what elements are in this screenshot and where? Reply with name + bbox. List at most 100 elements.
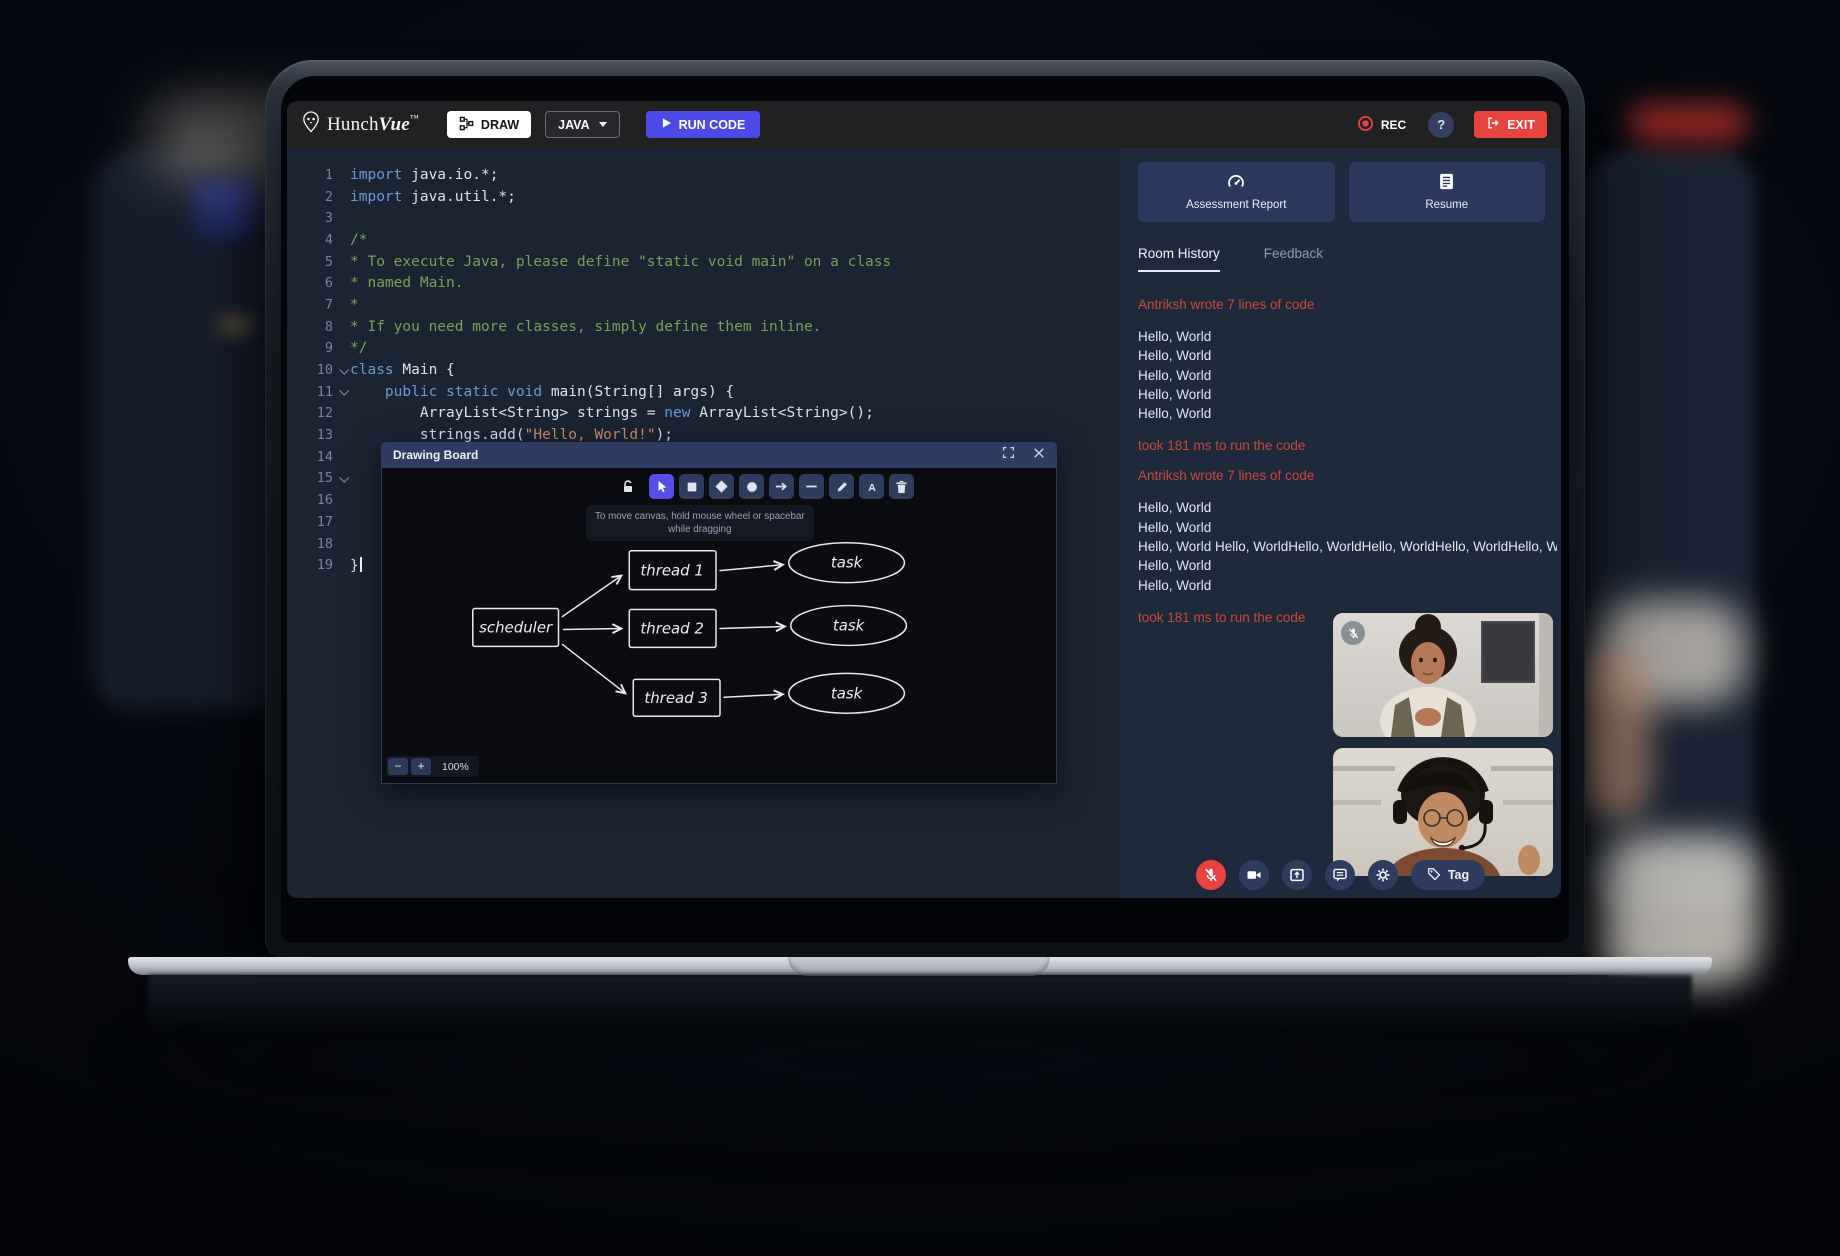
circle-tool-button[interactable] xyxy=(739,474,764,499)
drawing-board-header[interactable]: Drawing Board xyxy=(381,442,1057,468)
zoom-out-button[interactable]: − xyxy=(388,758,408,775)
settings-button[interactable] xyxy=(1368,860,1398,890)
text-tool-button[interactable]: A xyxy=(859,474,884,499)
thread1-node-label: thread 1 xyxy=(640,562,704,580)
chat-button[interactable] xyxy=(1325,860,1355,890)
code-line[interactable]: 11 public static void main(String[] args… xyxy=(287,381,1120,403)
exit-button[interactable]: EXIT xyxy=(1474,111,1547,138)
owl-pin-logo-icon xyxy=(301,111,321,138)
run-code-button[interactable]: RUN CODE xyxy=(646,111,761,138)
background-blur-panel-right xyxy=(1586,150,1756,910)
thread2-node-label: thread 2 xyxy=(640,619,704,637)
hunchvue-app-window: HunchVue™ DRAW JAVA RUN CODE xyxy=(287,101,1561,898)
mic-off-button[interactable] xyxy=(1196,860,1226,890)
video-thumbnail-interviewer[interactable] xyxy=(1333,613,1553,737)
db-toolbar: A xyxy=(615,474,914,499)
task3-node-label: task xyxy=(831,684,864,702)
candidate-video xyxy=(1333,748,1553,876)
code-line[interactable]: 10class Main { xyxy=(287,359,1120,381)
drawing-board-title: Drawing Board xyxy=(393,448,478,462)
run-code-label: RUN CODE xyxy=(679,118,746,132)
expand-icon[interactable] xyxy=(1002,446,1015,464)
draw-button[interactable]: DRAW xyxy=(447,111,531,138)
fold-chevron-icon[interactable] xyxy=(339,364,349,374)
history-entry: Antriksh wrote 7 lines of code xyxy=(1138,468,1557,483)
assessment-report-button[interactable]: Assessment Report xyxy=(1138,162,1335,222)
resume-button[interactable]: Resume xyxy=(1349,162,1546,222)
room-history-log[interactable]: Antriksh wrote 7 lines of code Hello, Wor… xyxy=(1138,282,1557,640)
logout-icon xyxy=(1486,116,1500,133)
brand-name: HunchVue™ xyxy=(327,113,419,136)
draw-button-label: DRAW xyxy=(481,118,519,132)
code-line[interactable]: 9*/ xyxy=(287,338,1120,360)
exit-label: EXIT xyxy=(1507,118,1535,132)
drawing-board-canvas[interactable]: scheduler thread 1 thread 2 thread 3 tas… xyxy=(381,468,1057,784)
select-tool-button[interactable] xyxy=(649,474,674,499)
fold-chevron-icon[interactable] xyxy=(339,473,349,483)
chevron-down-icon xyxy=(599,122,607,127)
task1-node-label: task xyxy=(831,554,864,572)
task2-node-label: task xyxy=(833,616,866,634)
language-label: JAVA xyxy=(558,118,590,132)
help-button[interactable]: ? xyxy=(1428,112,1454,138)
code-line[interactable]: 6* named Main. xyxy=(287,272,1120,294)
diamond-tool-button[interactable] xyxy=(709,474,734,499)
call-controls xyxy=(1196,860,1398,890)
background-red-blob xyxy=(1628,104,1748,142)
call-controls-bar: Tag xyxy=(1120,860,1561,890)
history-entry: Hello, World xyxy=(1138,576,1557,595)
history-entry: Hello, World xyxy=(1138,518,1557,537)
interviewer-video xyxy=(1333,613,1553,737)
history-entry: Hello, World xyxy=(1138,385,1557,404)
history-entry: Hello, World Hello, WorldHello, WorldHel… xyxy=(1138,537,1557,556)
tag-button[interactable]: Tag xyxy=(1411,860,1485,890)
document-icon xyxy=(1439,173,1454,193)
drawing-board: Drawing Board xyxy=(381,442,1057,784)
text-cursor xyxy=(360,557,362,572)
line-tool-button[interactable] xyxy=(799,474,824,499)
history-entry: Hello, World xyxy=(1138,346,1557,365)
history-entry: Antriksh wrote 7 lines of code xyxy=(1138,297,1557,312)
tab-feedback[interactable]: Feedback xyxy=(1264,246,1323,272)
fold-chevron-icon[interactable] xyxy=(339,386,349,396)
top-bar: HunchVue™ DRAW JAVA RUN CODE xyxy=(287,101,1561,148)
code-line[interactable]: 2import java.util.*; xyxy=(287,186,1120,208)
screenshot-stage: HunchVue™ DRAW JAVA RUN CODE xyxy=(0,0,1840,1256)
history-entry: Hello, World xyxy=(1138,498,1557,517)
video-thumbnail-candidate[interactable] xyxy=(1333,748,1553,876)
zoom-controls: − + 100% xyxy=(386,756,479,777)
square-tool-button[interactable] xyxy=(679,474,704,499)
tab-room-history[interactable]: Room History xyxy=(1138,246,1220,272)
screen-share-button[interactable] xyxy=(1282,860,1312,890)
side-panel: Assessment Report Resume Room History Fe… xyxy=(1120,148,1561,898)
history-entry: Hello, World xyxy=(1138,556,1557,575)
background-blue-blob xyxy=(196,212,254,232)
camera-button[interactable] xyxy=(1239,860,1269,890)
gauge-icon xyxy=(1227,173,1245,193)
background-blue-blob xyxy=(195,185,255,207)
unlock-tool-button[interactable] xyxy=(615,474,640,499)
scheduler-node-label: scheduler xyxy=(479,618,553,636)
code-line[interactable]: 12 ArrayList<String> strings = new Array… xyxy=(287,403,1120,425)
code-line[interactable]: 1import java.io.*; xyxy=(287,164,1120,186)
flow-diagram-icon xyxy=(459,116,474,134)
arrow-tool-button[interactable] xyxy=(769,474,794,499)
code-line[interactable]: 8* If you need more classes, simply defi… xyxy=(287,316,1120,338)
assessment-report-label: Assessment Report xyxy=(1186,199,1286,211)
close-icon[interactable] xyxy=(1033,446,1045,464)
record-dot-icon xyxy=(1357,115,1374,135)
code-line[interactable]: 7* xyxy=(287,294,1120,316)
recording-indicator: REC xyxy=(1357,115,1406,135)
code-line[interactable]: 3 xyxy=(287,207,1120,229)
trash-tool-button[interactable] xyxy=(889,474,914,499)
play-icon xyxy=(661,117,672,132)
background-skin-blob xyxy=(1580,650,1650,820)
laptop-base-notch xyxy=(788,957,1050,976)
tag-label: Tag xyxy=(1448,868,1469,882)
pencil-tool-button[interactable] xyxy=(829,474,854,499)
language-select[interactable]: JAVA xyxy=(545,111,620,138)
zoom-in-button[interactable]: + xyxy=(411,758,431,775)
code-line[interactable]: 4/* xyxy=(287,229,1120,251)
code-line[interactable]: 5* To execute Java, please define "stati… xyxy=(287,251,1120,273)
svg-text:A: A xyxy=(868,481,876,493)
